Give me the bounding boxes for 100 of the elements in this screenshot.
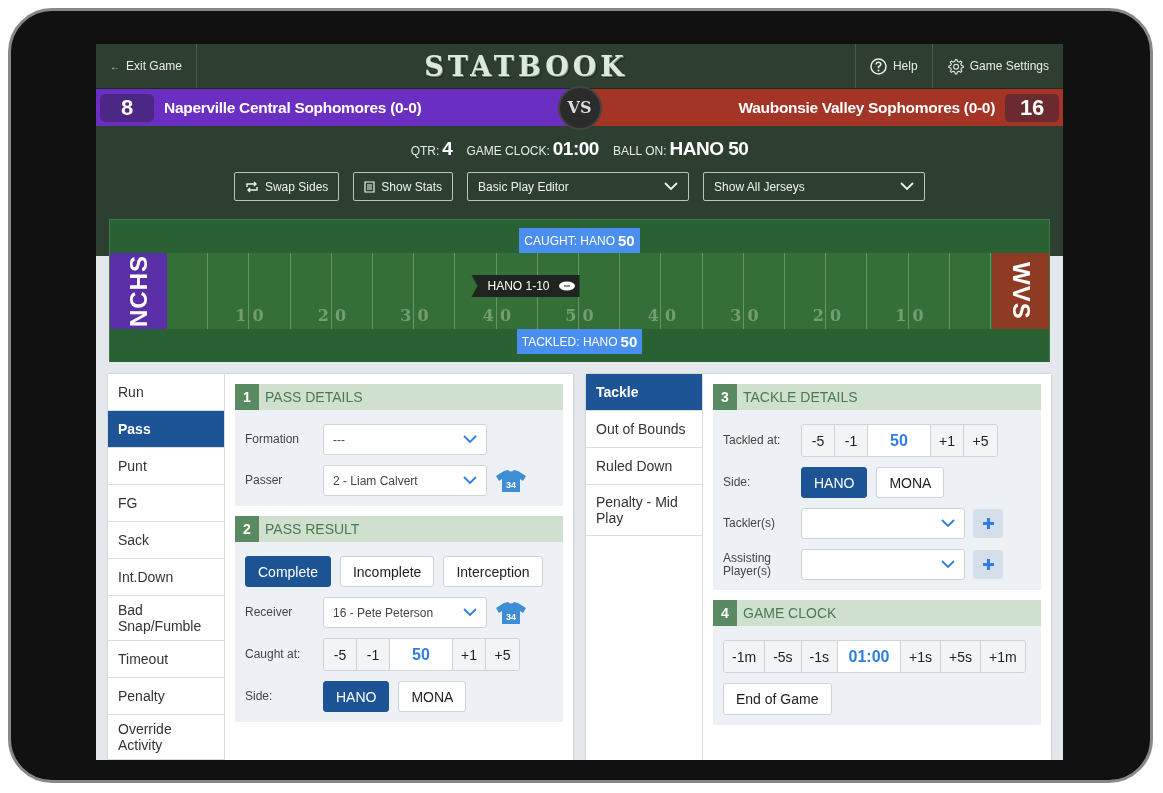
chevron-down-icon [941, 519, 955, 528]
play-type-tab[interactable]: Punt [108, 448, 224, 485]
yard-number: 30 [729, 306, 766, 327]
chevron-down-icon [463, 608, 477, 617]
swap-sides-button[interactable]: Swap Sides [233, 172, 340, 201]
step-button[interactable]: -5 [802, 425, 835, 456]
option-button[interactable]: MONA [398, 681, 467, 712]
step-button[interactable]: +1s [901, 641, 941, 672]
info-value: 01:00 [552, 138, 599, 159]
step-button[interactable]: -1m [724, 641, 766, 672]
step-number: 1 [235, 384, 259, 410]
end-of-game-button[interactable]: End of Game [723, 683, 832, 715]
field-label: Tackled at: [723, 434, 782, 447]
jersey-icon: 34 [495, 600, 527, 625]
team-name: Waubonsie Valley Sophomores (0-0) [738, 98, 995, 117]
dropdown[interactable]: 16 - Pete Peterson [323, 597, 487, 628]
yard-number: 10 [234, 306, 271, 327]
play-type-tab[interactable]: Out of Bounds [586, 411, 702, 448]
help-link[interactable]: Help [854, 44, 932, 88]
option-button[interactable]: Incomplete [339, 556, 435, 587]
step-button[interactable]: -5s [765, 641, 802, 672]
info-label: BALL ON: [612, 144, 667, 158]
play-type-tab[interactable]: Penalty - Mid Play [586, 485, 702, 536]
step-button[interactable]: +5 [964, 425, 997, 456]
settings-icon [946, 57, 964, 75]
football-icon [557, 281, 576, 291]
play-type-tab[interactable]: Timeout [108, 641, 224, 678]
step-number: 3 [713, 384, 737, 410]
play-type-tab[interactable]: Tackle [586, 374, 702, 411]
field-label: Side: [723, 476, 752, 489]
option-button[interactable]: HANO [323, 681, 390, 712]
play-type-tab[interactable]: Pass [108, 411, 224, 448]
play-type-tab[interactable]: Override Activity [108, 715, 224, 760]
list-icon [364, 180, 376, 193]
play-type-tab[interactable]: Penalty [108, 678, 224, 715]
info-value: HANO 50 [669, 138, 749, 159]
caught-marker: CAUGHT: HANO 50 [519, 228, 640, 253]
play-type-tab[interactable]: Int.Down [108, 559, 224, 596]
section-title: TACKLE DETAILS [742, 388, 858, 407]
yard-number: 30 [399, 306, 436, 327]
step-button[interactable]: +1 [931, 425, 964, 456]
section-title: PASS RESULT [264, 520, 360, 539]
play-type-tab[interactable]: FG [108, 485, 224, 522]
dropdown[interactable]: Show All Jerseys [703, 172, 926, 201]
option-button[interactable]: Complete [245, 556, 331, 587]
end-zone: WVS [992, 253, 1049, 329]
section-title: GAME CLOCK [742, 604, 837, 623]
field-label: Tackler(s) [723, 517, 776, 530]
step-button[interactable]: +1 [453, 639, 486, 670]
field-label: Receiver [245, 606, 294, 619]
step-button[interactable]: -1 [835, 425, 868, 456]
yard-number: 40 [481, 306, 519, 327]
play-type-tab[interactable]: Bad Snap/Fumble [108, 596, 224, 641]
app-logo: STATBOOK [423, 50, 629, 82]
step-number: 2 [235, 516, 259, 542]
chevron-down-icon [900, 182, 915, 191]
option-button[interactable]: MONA [876, 467, 945, 498]
step-button[interactable]: -1 [357, 639, 390, 670]
step-button[interactable]: +5 [486, 639, 519, 670]
step-button[interactable]: +1m [980, 641, 1025, 672]
down-marker: HANO 1-10 [471, 275, 580, 297]
team-score: 16 [1005, 93, 1059, 122]
show-stats-button[interactable]: Show Stats [353, 172, 454, 201]
dropdown[interactable]: --- [323, 424, 487, 455]
yard-number: 50 [564, 306, 601, 327]
jersey-icon: 34 [495, 468, 527, 493]
add-button[interactable] [973, 509, 1003, 538]
plus-icon [981, 517, 995, 530]
section-title: PASS DETAILS [264, 388, 363, 407]
option-button[interactable]: HANO [801, 467, 868, 498]
game-settings-link[interactable]: Game Settings [931, 44, 1063, 88]
yard-number: 40 [646, 306, 684, 327]
info-label: QTR: [410, 144, 440, 158]
yard-number: 20 [316, 306, 354, 327]
versus-badge: VS [559, 87, 600, 128]
dropdown[interactable]: 2 - Liam Calvert [323, 465, 487, 496]
step-button[interactable]: -5 [324, 639, 357, 670]
value-display: 50 [868, 425, 931, 456]
chevron-down-icon [463, 476, 477, 485]
swap-icon [244, 180, 259, 193]
yard-number: 10 [894, 306, 931, 327]
chevron-down-icon [941, 560, 955, 569]
plus-icon [981, 558, 995, 571]
end-zone: NCHS [110, 253, 167, 329]
option-button[interactable]: Interception [443, 556, 543, 587]
dropdown[interactable]: Basic Play Editor [467, 172, 690, 201]
exit-game-link[interactable]: ← Exit Game [96, 44, 197, 88]
step-button[interactable]: +5s [941, 641, 981, 672]
value-display: 50 [390, 639, 453, 670]
field-label: Formation [245, 433, 301, 446]
tackled-marker: TACKLED: HANO 50 [516, 329, 643, 354]
play-type-tab[interactable]: Ruled Down [586, 448, 702, 485]
step-number: 4 [713, 600, 737, 626]
field-label: Passer [245, 474, 284, 487]
team-score: 8 [100, 93, 154, 122]
play-type-tab[interactable]: Sack [108, 522, 224, 559]
info-label: GAME CLOCK: [466, 144, 550, 158]
add-button[interactable] [973, 550, 1003, 579]
field-label: Side: [245, 690, 274, 703]
step-button[interactable]: -1s [801, 641, 839, 672]
